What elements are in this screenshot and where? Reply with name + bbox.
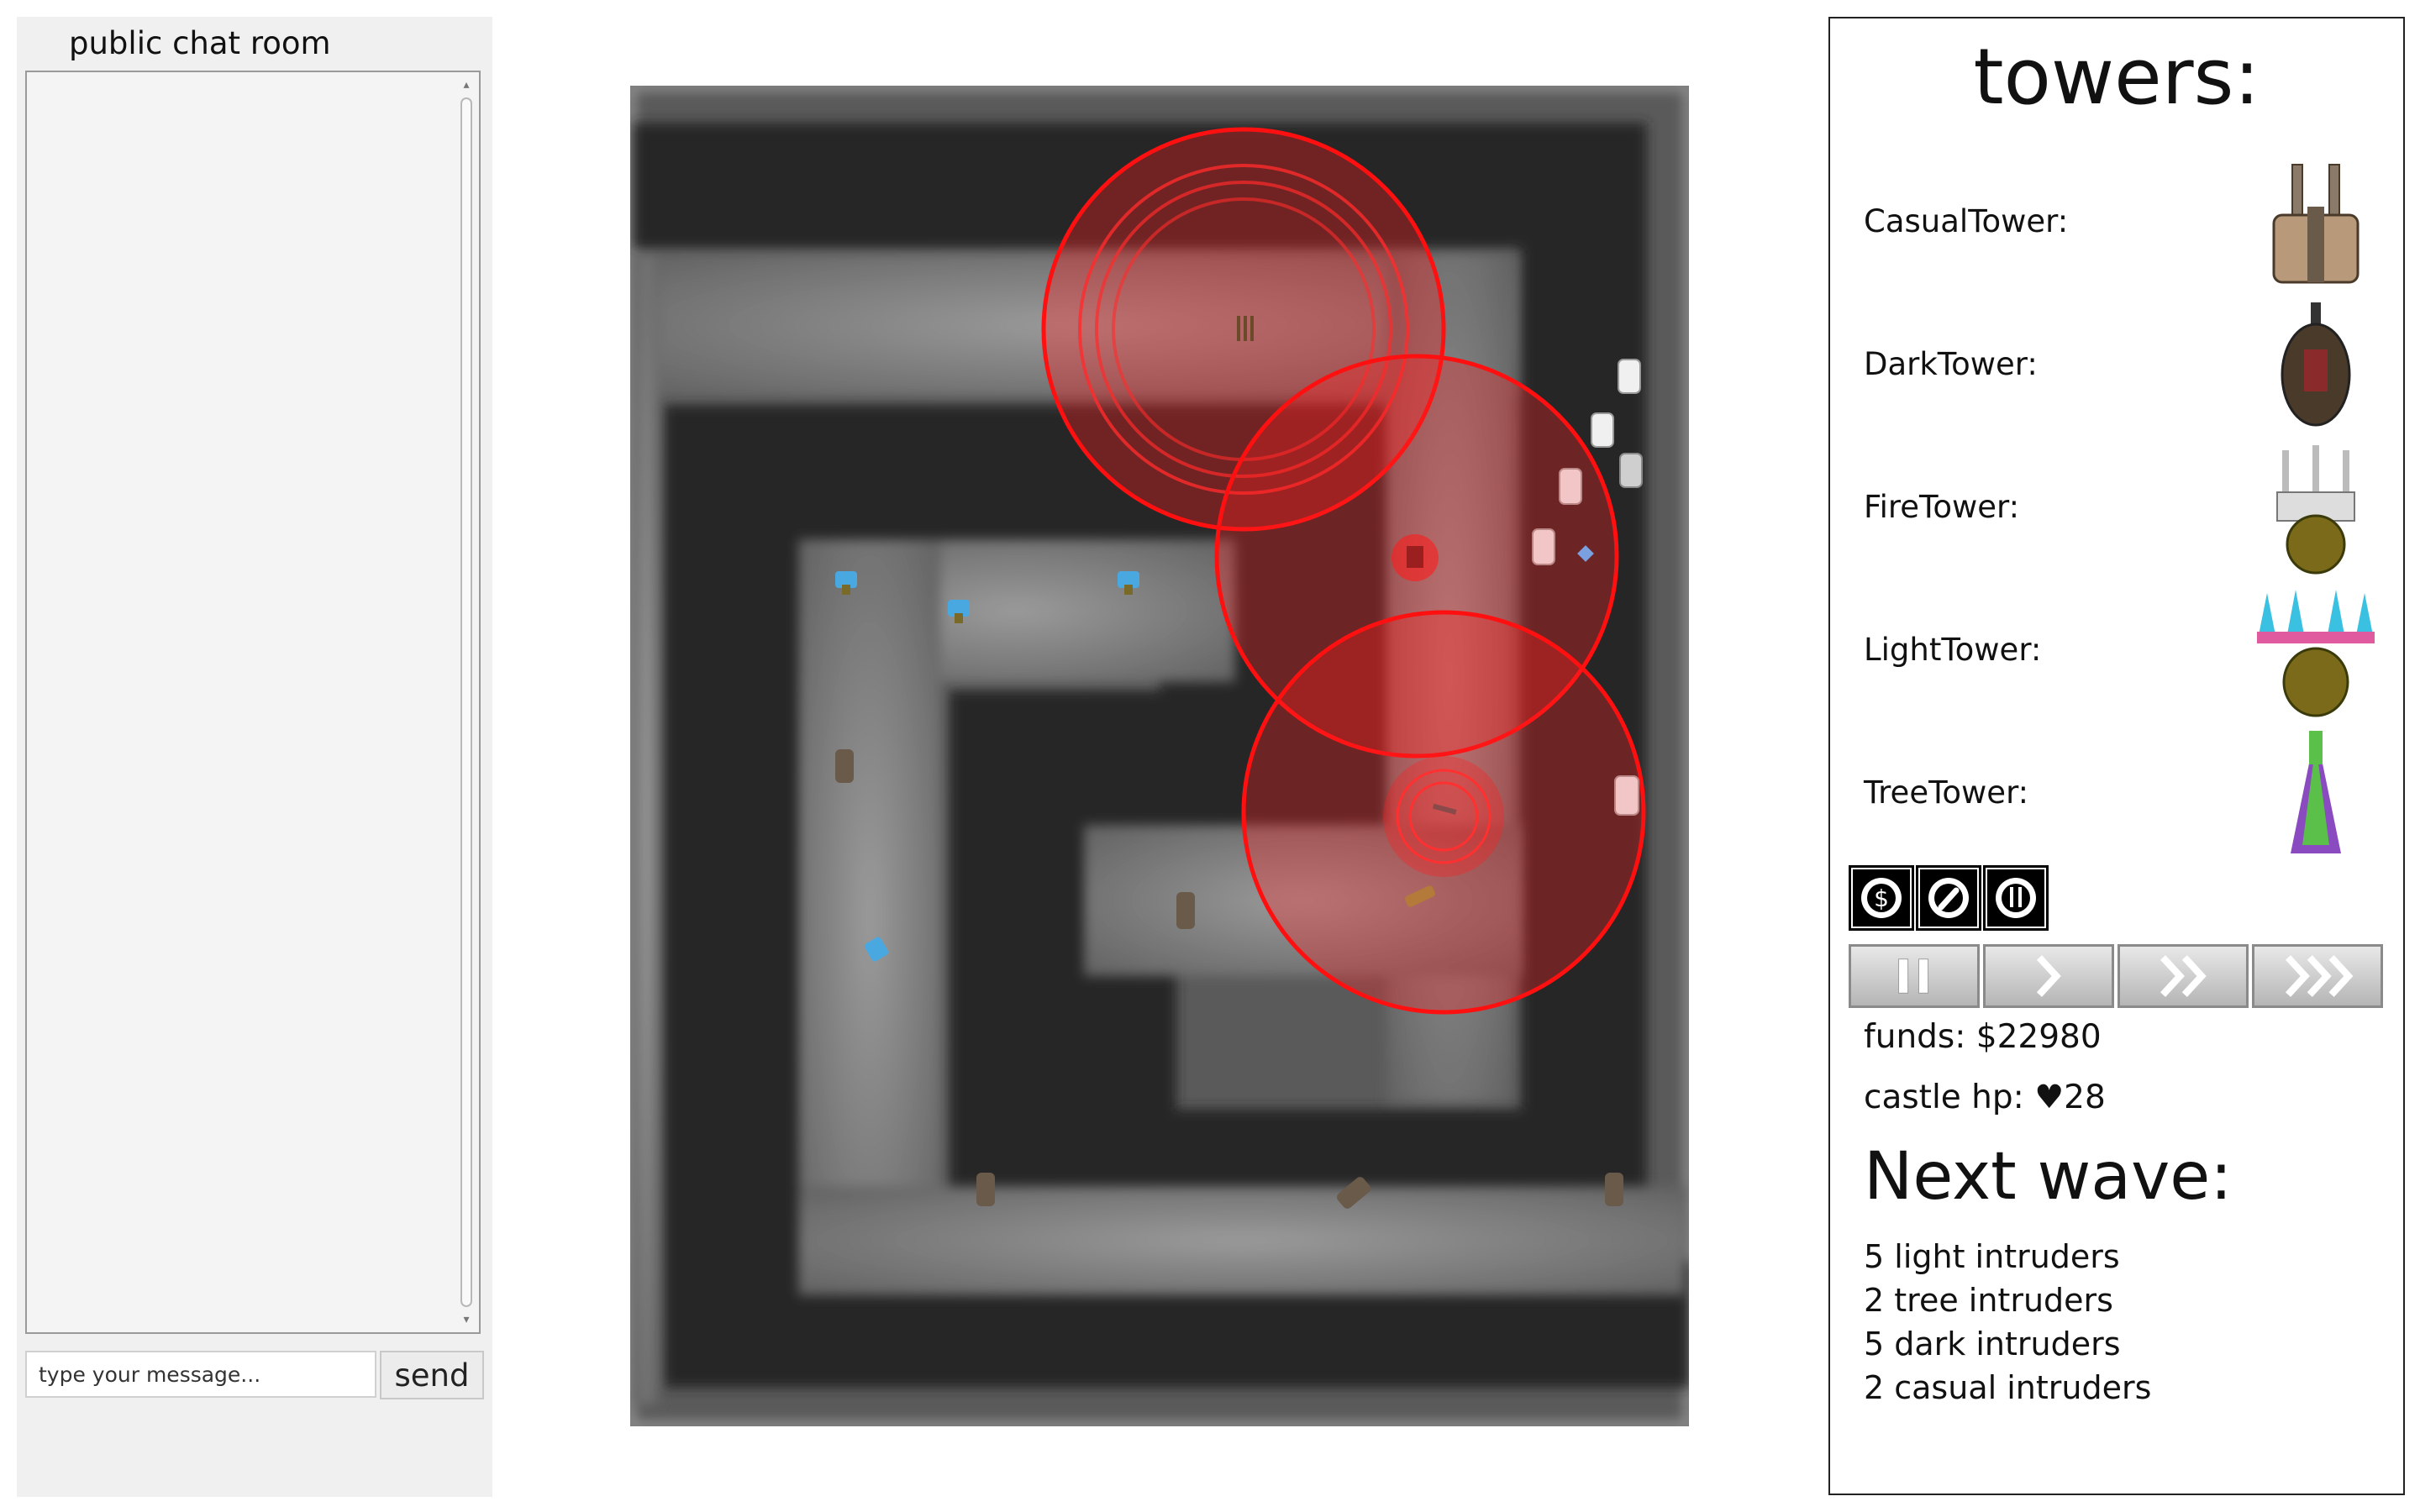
fire-tower-icon[interactable] bbox=[2249, 442, 2383, 576]
svg-text:$: $ bbox=[1874, 885, 1889, 912]
light-intruder bbox=[1614, 775, 1639, 816]
next-wave-item: 2 casual intruders bbox=[1864, 1369, 2152, 1406]
tower-label: LightTower: bbox=[1864, 632, 2042, 668]
speed-3x-icon[interactable] bbox=[2252, 944, 2383, 1008]
game-board[interactable] bbox=[630, 86, 1689, 1426]
chat-message-input[interactable] bbox=[25, 1351, 376, 1398]
dark-intruder bbox=[976, 1173, 995, 1206]
castle-hp-text: castle hp: ♥28 bbox=[1864, 1079, 2106, 1116]
tower-label: TreeTower: bbox=[1864, 774, 2029, 811]
tower-option-casual[interactable]: CasualTower: bbox=[1864, 156, 2385, 291]
scroll-up-icon[interactable]: ▴ bbox=[459, 77, 474, 92]
light-intruder bbox=[1559, 468, 1582, 505]
upgrade-icon[interactable] bbox=[1916, 865, 1981, 931]
next-wave-heading: Next wave: bbox=[1864, 1139, 2233, 1215]
chat-title: public chat room bbox=[69, 25, 331, 61]
chat-scrollbar[interactable]: ▴ ▾ bbox=[457, 76, 476, 1329]
casual-tower-placed[interactable] bbox=[1237, 316, 1254, 341]
next-wave-item: 2 tree intruders bbox=[1864, 1282, 2113, 1319]
tree-intruder bbox=[1618, 359, 1641, 394]
tower-panel: towers: CasualTower: DarkTower: FireTowe… bbox=[1828, 17, 2405, 1495]
pause-icon[interactable] bbox=[1849, 944, 1980, 1008]
scroll-down-icon[interactable]: ▾ bbox=[459, 1312, 474, 1327]
sell-icon[interactable]: $ bbox=[1849, 865, 1914, 931]
light-intruder bbox=[1532, 528, 1555, 565]
chat-log[interactable]: ▴ ▾ bbox=[25, 71, 481, 1334]
tree-intruder bbox=[1591, 412, 1614, 448]
dark-intruder bbox=[1605, 1173, 1623, 1206]
tower-option-dark[interactable]: DarkTower: bbox=[1864, 299, 2385, 433]
castle-hp-label: castle hp: bbox=[1864, 1079, 2035, 1116]
tower-label: DarkTower: bbox=[1864, 346, 2038, 382]
speed-2x-icon[interactable] bbox=[2118, 944, 2249, 1008]
dark-intruder bbox=[1176, 892, 1195, 929]
towers-heading: towers: bbox=[1973, 32, 2260, 122]
tower-option-tree[interactable]: TreeTower: bbox=[1864, 727, 2385, 862]
dark-tower-icon[interactable] bbox=[2249, 299, 2383, 433]
funds-text: funds: $22980 bbox=[1864, 1018, 2102, 1056]
speed-1x-icon[interactable] bbox=[1983, 944, 2114, 1008]
chat-panel: public chat room ▴ ▾ send bbox=[17, 17, 492, 1497]
casual-tower-icon[interactable] bbox=[2249, 156, 2383, 291]
tower-option-light[interactable]: LightTower: bbox=[1864, 585, 2385, 719]
tree-tower-icon[interactable] bbox=[2249, 727, 2383, 862]
tower-label: CasualTower: bbox=[1864, 203, 2069, 239]
heart-icon: ♥ bbox=[2034, 1079, 2065, 1116]
castle-hp-value: 28 bbox=[2064, 1079, 2106, 1116]
tower-label: FireTower: bbox=[1864, 489, 2020, 525]
dark-intruder bbox=[1619, 453, 1643, 488]
send-button[interactable]: send bbox=[380, 1351, 484, 1399]
next-wave-item: 5 light intruders bbox=[1864, 1238, 2120, 1275]
tower-option-fire[interactable]: FireTower: bbox=[1864, 442, 2385, 576]
chat-scroll-thumb[interactable] bbox=[460, 97, 472, 1307]
dark-intruder bbox=[835, 749, 854, 783]
light-tower-icon[interactable] bbox=[2249, 585, 2383, 719]
tower-info-icon[interactable] bbox=[1983, 865, 2049, 931]
fire-tower-placed[interactable] bbox=[1407, 546, 1423, 568]
next-wave-item: 5 dark intruders bbox=[1864, 1326, 2121, 1362]
